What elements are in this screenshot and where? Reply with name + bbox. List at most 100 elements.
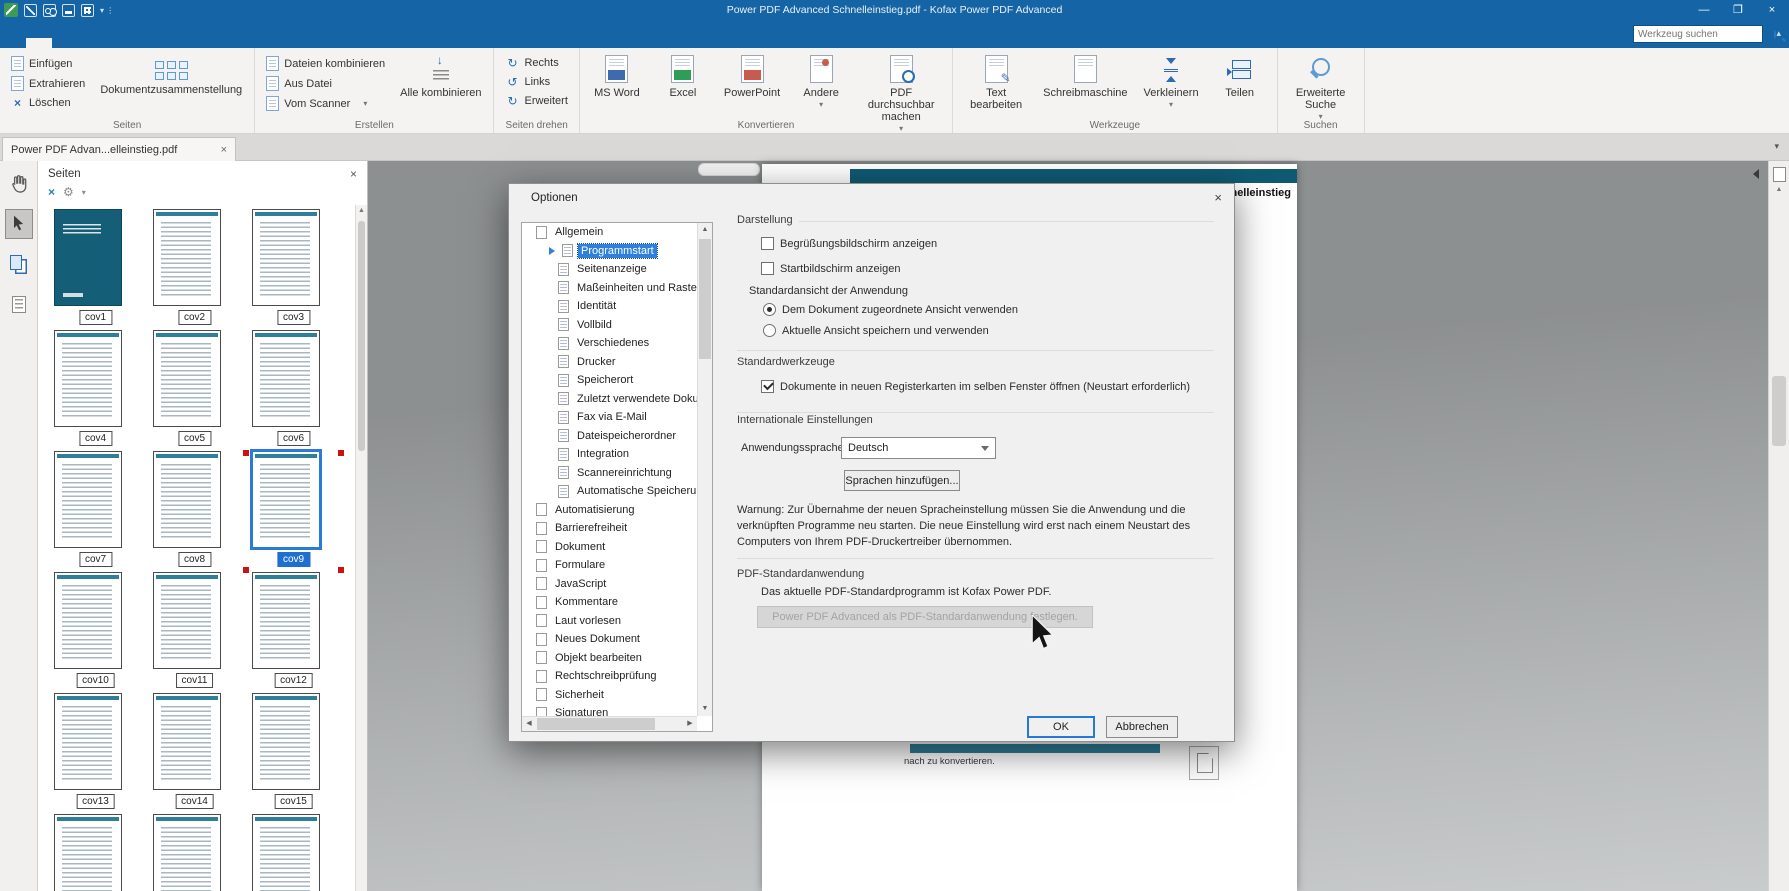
options-tree-item[interactable]: Laut vorlesen bbox=[522, 612, 697, 631]
tree-vertical-scrollbar[interactable]: ▲ ▼ bbox=[697, 223, 712, 716]
andere-button[interactable]: Andere▾ bbox=[792, 52, 850, 114]
options-tree-item[interactable]: Maßeinheiten und Raster bbox=[522, 279, 697, 298]
page-thumbnail[interactable] bbox=[145, 814, 244, 891]
options-tree-item[interactable]: Dateispeicherordner bbox=[522, 427, 697, 446]
checkbox[interactable] bbox=[761, 262, 774, 275]
thumbnail-preview[interactable] bbox=[54, 693, 122, 790]
thumbnail-preview[interactable] bbox=[153, 451, 221, 548]
panel-collapse-arrow-icon[interactable] bbox=[1748, 169, 1759, 179]
thumbnail-label[interactable]: cov8 bbox=[178, 552, 211, 567]
radio-button[interactable] bbox=[763, 324, 776, 337]
options-tree-item[interactable]: Dokument bbox=[522, 538, 697, 557]
thumbnail-preview[interactable] bbox=[252, 572, 320, 669]
einfuegen-button[interactable]: Einfügen bbox=[8, 55, 88, 72]
thumbnail-preview[interactable] bbox=[153, 572, 221, 669]
loeschen-button[interactable]: ×Löschen bbox=[8, 95, 88, 111]
delete-page-icon[interactable]: × bbox=[48, 185, 55, 199]
thumbnail-preview[interactable] bbox=[153, 330, 221, 427]
select-tool-button[interactable] bbox=[5, 209, 33, 239]
dateien-kombinieren-button[interactable]: Dateien kombinieren bbox=[263, 55, 388, 72]
options-tree-item[interactable]: Kommentare bbox=[522, 593, 697, 612]
document-panel-button[interactable] bbox=[5, 289, 33, 319]
dialog-close-icon[interactable]: × bbox=[1214, 190, 1222, 205]
options-tree-item[interactable]: Formulare bbox=[522, 556, 697, 575]
options-tree-item[interactable]: Barrierefreiheit bbox=[522, 519, 697, 538]
menu-item[interactable] bbox=[156, 38, 182, 48]
thumbnail-preview[interactable] bbox=[54, 572, 122, 669]
page-thumbnail[interactable]: cov15 bbox=[244, 693, 343, 814]
qat-customize-caret-icon[interactable]: ▾ ⋮ bbox=[100, 6, 114, 15]
menu-item[interactable] bbox=[104, 38, 130, 48]
page-thumbnail[interactable]: cov12 bbox=[244, 572, 343, 693]
edit-pen-icon[interactable] bbox=[24, 4, 37, 17]
menu-item[interactable] bbox=[208, 38, 234, 48]
gear-icon[interactable]: ⚙ bbox=[63, 185, 74, 199]
scroll-left-icon[interactable]: ◀ bbox=[522, 717, 536, 731]
alle-kombinieren-button[interactable]: Alle kombinieren bbox=[396, 52, 485, 102]
options-tree-item[interactable]: Automatische Speicherung bbox=[522, 482, 697, 501]
page-thumbnail[interactable]: cov10 bbox=[46, 572, 145, 693]
options-tree-item[interactable]: Signaturen bbox=[522, 704, 697, 716]
page-thumbnail[interactable] bbox=[46, 814, 145, 891]
tool-search-box[interactable] bbox=[1633, 25, 1763, 43]
page-thumbnail[interactable]: cov9 bbox=[244, 451, 343, 572]
sprachen-hinzufuegen-button[interactable]: Sprachen hinzufügen... bbox=[844, 470, 960, 491]
panel-scrollbar[interactable]: ▲ bbox=[355, 205, 367, 891]
menu-item[interactable] bbox=[26, 38, 52, 48]
excel-button[interactable]: Excel bbox=[654, 52, 712, 102]
stamp-icon[interactable] bbox=[62, 4, 75, 17]
menu-item[interactable] bbox=[52, 38, 78, 48]
thumbnail-preview[interactable] bbox=[54, 451, 122, 548]
thumbnail-label[interactable]: cov6 bbox=[277, 431, 310, 446]
thumbnail-preview[interactable] bbox=[252, 209, 320, 306]
right-scroll-strip[interactable]: ▲ bbox=[1768, 161, 1789, 891]
thumbnail-preview[interactable] bbox=[153, 209, 221, 306]
thumbnail-preview[interactable] bbox=[252, 330, 320, 427]
page-thumbnail[interactable]: cov1 bbox=[46, 209, 145, 330]
tree-horizontal-scrollbar[interactable]: ◀ ▶ bbox=[522, 716, 697, 731]
thumbnail-label[interactable]: cov2 bbox=[178, 310, 211, 325]
menu-item[interactable] bbox=[0, 38, 26, 48]
options-tree-item[interactable]: Programmstart bbox=[522, 242, 697, 261]
scroll-up-icon[interactable]: ▲ bbox=[698, 223, 712, 237]
page-thumbnail[interactable]: cov11 bbox=[145, 572, 244, 693]
search-input[interactable] bbox=[1634, 29, 1774, 40]
begruessung-checkbox-row[interactable]: Begrüßungsbildschirm anzeigen bbox=[761, 237, 937, 250]
options-tree-item[interactable]: Seitenanzeige bbox=[522, 260, 697, 279]
document-tab[interactable]: Power PDF Advan...elleinstieg.pdf × bbox=[2, 137, 236, 161]
scroll-up-icon[interactable]: ▲ bbox=[1769, 186, 1789, 193]
scrollbar-thumb[interactable] bbox=[1772, 376, 1786, 446]
page-thumbnail[interactable] bbox=[244, 814, 343, 891]
registerkarten-checkbox-row[interactable]: Dokumente in neuen Registerkarten im sel… bbox=[761, 380, 1190, 393]
cancel-button[interactable]: Abbrechen bbox=[1106, 716, 1178, 738]
options-tree-item[interactable]: Speicherort bbox=[522, 371, 697, 390]
radio-button[interactable] bbox=[763, 303, 776, 316]
thumbnail-label[interactable]: cov10 bbox=[76, 673, 115, 688]
link-icon[interactable] bbox=[43, 4, 56, 17]
dokumentzusammenstellung-button[interactable]: Dokumentzusammenstellung bbox=[96, 52, 246, 99]
thumbnail-label[interactable]: cov13 bbox=[76, 794, 115, 809]
grid-icon[interactable] bbox=[81, 4, 94, 17]
page-thumbnail[interactable]: cov13 bbox=[46, 693, 145, 814]
options-tree-item[interactable]: Zuletzt verwendete Dokumente bbox=[522, 390, 697, 409]
thumbnail-preview[interactable] bbox=[54, 209, 122, 306]
startbildschirm-checkbox-row[interactable]: Startbildschirm anzeigen bbox=[761, 262, 900, 275]
menu-item[interactable] bbox=[130, 38, 156, 48]
close-button[interactable]: × bbox=[1755, 0, 1789, 20]
scrollbar-thumb[interactable] bbox=[699, 239, 711, 359]
rechts-drehen-button[interactable]: ↻Rechts bbox=[502, 55, 570, 71]
thumbnail-preview[interactable] bbox=[153, 693, 221, 790]
verkleinern-button[interactable]: Verkleinern▾ bbox=[1140, 52, 1203, 114]
options-tree-item[interactable]: Allgemein bbox=[522, 223, 697, 242]
options-tree-item[interactable]: Sicherheit bbox=[522, 686, 697, 705]
options-tree-item[interactable]: Automatisierung bbox=[522, 501, 697, 520]
page-thumbnail[interactable]: cov4 bbox=[46, 330, 145, 451]
scrollbar-thumb[interactable] bbox=[358, 221, 365, 451]
links-drehen-button[interactable]: ↺Links bbox=[502, 74, 570, 90]
thumbnail-preview[interactable] bbox=[153, 814, 221, 891]
app-icon[interactable] bbox=[4, 3, 18, 17]
thumbnail-preview[interactable] bbox=[252, 814, 320, 891]
options-tree-item[interactable]: Vollbild bbox=[522, 316, 697, 335]
thumbnail-label[interactable]: cov7 bbox=[79, 552, 112, 567]
thumbnail-preview[interactable] bbox=[252, 693, 320, 790]
